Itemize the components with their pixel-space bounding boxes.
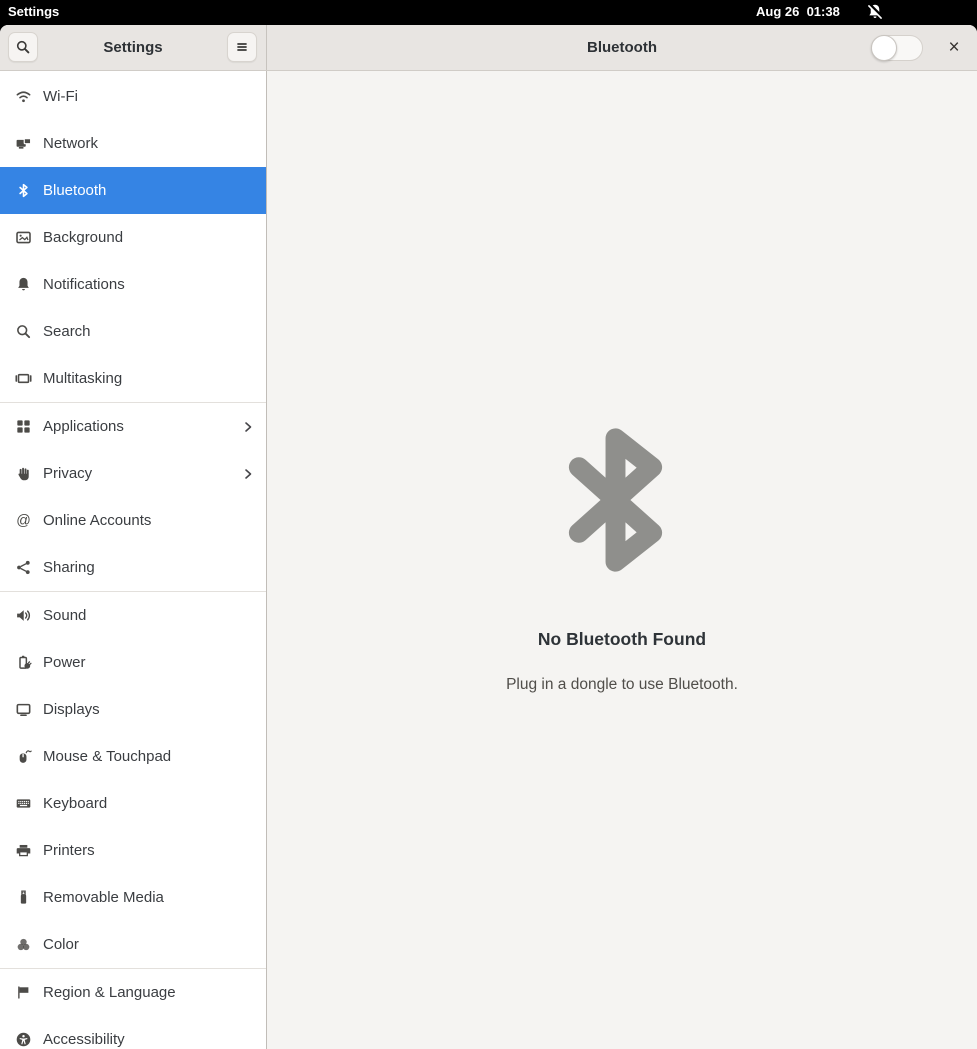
printers-icon <box>14 842 32 860</box>
wifi-icon <box>14 88 32 106</box>
toggle-knob <box>871 35 897 61</box>
sidebar-item-label: Applications <box>43 418 124 435</box>
settings-window: Settings Bluetooth × Wi-Fi Network Bluet… <box>0 25 977 1049</box>
bluetooth-large-icon <box>548 402 683 603</box>
bluetooth-panel: No Bluetooth Found Plug in a dongle to u… <box>267 71 977 1049</box>
chevron-right-icon <box>242 421 254 433</box>
panel-header: Bluetooth × <box>267 25 977 70</box>
sidebar-item-network[interactable]: Network <box>0 120 266 167</box>
sidebar-item-wifi[interactable]: Wi-Fi <box>0 73 266 120</box>
sidebar-item-label: Multitasking <box>43 370 123 387</box>
sidebar-item-notifications[interactable]: Notifications <box>0 261 266 308</box>
sidebar-item-label: Sound <box>43 607 87 624</box>
sidebar-item-label: Power <box>43 654 86 671</box>
accessibility-icon <box>14 1031 32 1049</box>
top-bar: Settings Aug 26 01:38 <box>0 0 977 25</box>
sidebar-item-label: Removable Media <box>43 889 164 906</box>
notifications-icon <box>14 276 32 294</box>
header-bar: Settings Bluetooth × <box>0 25 977 71</box>
sidebar-item-keyboard[interactable]: Keyboard <box>0 780 266 827</box>
online-accounts-icon: @ <box>14 512 32 530</box>
chevron-right-icon <box>242 468 254 480</box>
privacy-icon <box>14 465 32 483</box>
sidebar-item-label: Search <box>43 323 91 340</box>
multitasking-icon <box>14 370 32 388</box>
color-icon <box>14 936 32 954</box>
sidebar-item-label: Wi-Fi <box>43 88 78 105</box>
displays-icon <box>14 701 32 719</box>
sidebar-item-background[interactable]: Background <box>0 214 266 261</box>
menu-button[interactable] <box>227 32 257 62</box>
sidebar-item-label: Color <box>43 936 79 953</box>
sidebar-item-label: Displays <box>43 701 100 718</box>
sidebar-header: Settings <box>0 25 267 70</box>
sidebar-item-privacy[interactable]: Privacy <box>0 450 266 497</box>
sidebar-item-search[interactable]: Search <box>0 308 266 355</box>
sidebar-item-sound[interactable]: Sound <box>0 592 266 639</box>
network-icon <box>14 135 32 153</box>
sidebar-item-label: Sharing <box>43 559 95 576</box>
sharing-icon <box>14 559 32 577</box>
sidebar-item-color[interactable]: Color <box>0 921 266 968</box>
region-language-icon <box>14 984 32 1002</box>
removable-media-icon <box>14 889 32 907</box>
search-icon <box>14 323 32 341</box>
empty-state-subtitle: Plug in a dongle to use Bluetooth. <box>506 676 738 693</box>
sidebar-item-label: Online Accounts <box>43 512 152 529</box>
sidebar-item-accessibility[interactable]: Accessibility <box>0 1016 266 1049</box>
sidebar-item-label: Region & Language <box>43 984 176 1001</box>
sidebar-item-mouse-touchpad[interactable]: Mouse & Touchpad <box>0 733 266 780</box>
sidebar-item-label: Bluetooth <box>43 182 107 199</box>
mouse-icon <box>14 748 32 766</box>
sidebar-item-label: Notifications <box>43 276 125 293</box>
app-body: Wi-Fi Network Bluetooth Background Notif… <box>0 71 977 1049</box>
sidebar-item-label: Network <box>43 135 99 152</box>
sidebar-item-label: Privacy <box>43 465 93 482</box>
sidebar-item-removable-media[interactable]: Removable Media <box>0 874 266 921</box>
sidebar-item-power[interactable]: Power <box>0 639 266 686</box>
keyboard-icon <box>14 795 32 813</box>
applications-icon <box>14 418 32 436</box>
sidebar-item-multitasking[interactable]: Multitasking <box>0 355 266 402</box>
sidebar-item-printers[interactable]: Printers <box>0 827 266 874</box>
power-icon <box>14 654 32 672</box>
sidebar-item-applications[interactable]: Applications <box>0 403 266 450</box>
background-icon <box>14 229 32 247</box>
sidebar-item-online-accounts[interactable]: @ Online Accounts <box>0 497 266 544</box>
sidebar: Wi-Fi Network Bluetooth Background Notif… <box>0 71 267 1049</box>
sidebar-item-label: Accessibility <box>43 1031 125 1048</box>
sidebar-item-label: Printers <box>43 842 95 859</box>
sidebar-item-label: Mouse & Touchpad <box>43 748 172 765</box>
sidebar-item-label: Keyboard <box>43 795 108 812</box>
sound-icon <box>14 607 32 625</box>
empty-state-title: No Bluetooth Found <box>537 629 707 649</box>
svg-text:@: @ <box>16 513 31 529</box>
sidebar-item-sharing[interactable]: Sharing <box>0 544 266 591</box>
close-button[interactable]: × <box>942 25 966 70</box>
bluetooth-toggle[interactable] <box>871 35 923 61</box>
bluetooth-icon <box>14 182 32 200</box>
sidebar-item-displays[interactable]: Displays <box>0 686 266 733</box>
topbar-clock[interactable]: Aug 26 01:38 <box>756 4 840 19</box>
sidebar-item-label: Background <box>43 229 124 246</box>
sidebar-item-region-language[interactable]: Region & Language <box>0 969 266 1016</box>
notifications-muted-icon <box>866 3 884 21</box>
hamburger-icon <box>234 39 250 55</box>
topbar-app-name[interactable]: Settings <box>8 4 59 19</box>
sidebar-item-bluetooth[interactable]: Bluetooth <box>0 167 266 214</box>
